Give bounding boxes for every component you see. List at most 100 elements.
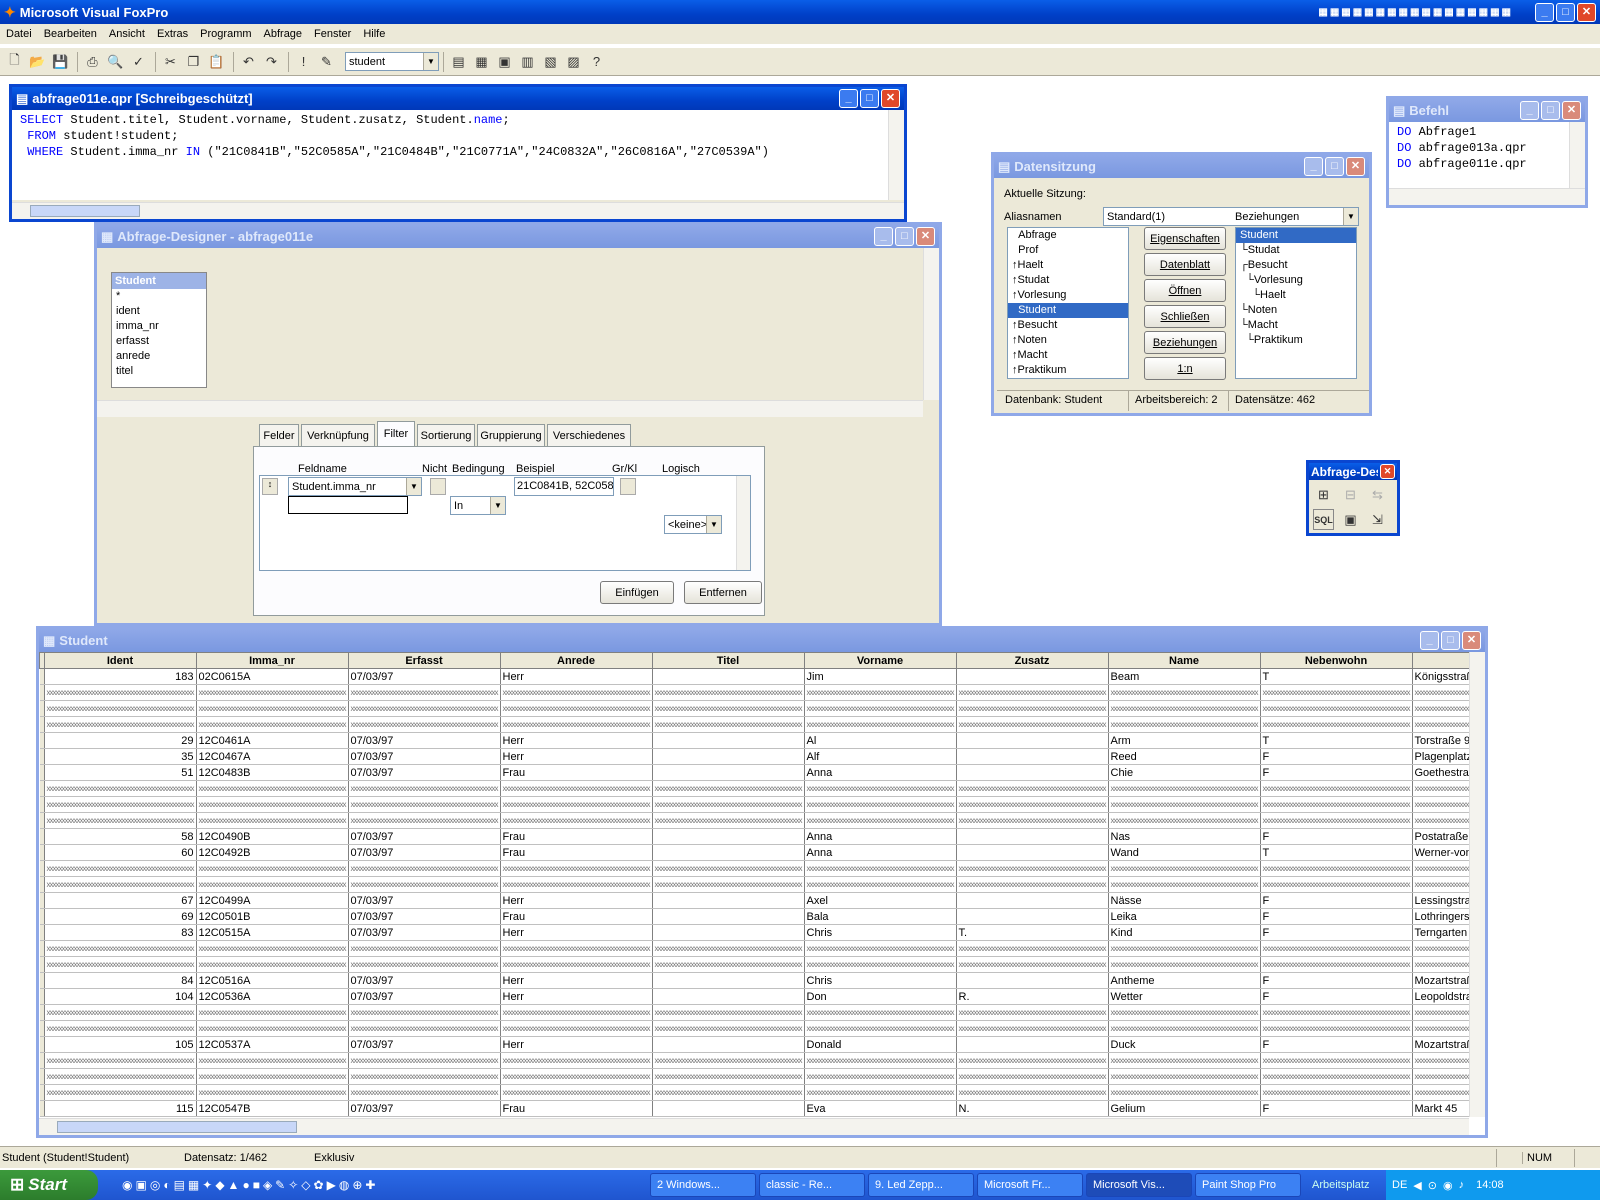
close-button[interactable]: ✕ [881,89,900,108]
table-cell[interactable]: xxxxxxxxxxxxxxxxxxxxxxxxxxxxxxxxxxxxxxxx… [348,684,501,701]
maximize-button[interactable]: □ [1325,157,1344,176]
table-cell[interactable]: 07/03/97 [348,732,501,749]
table-cell[interactable]: 29 [44,732,197,749]
table-cell[interactable]: Mozartstraße 1 [1412,1036,1469,1053]
table-cell[interactable]: xxxxxxxxxxxxxxxxxxxxxxxxxxxxxxxxxxxxxxxx… [1260,684,1413,701]
table-cell[interactable]: 12C0501B [196,908,349,925]
table-cell[interactable]: xxxxxxxxxxxxxxxxxxxxxxxxxxxxxxxxxxxxxxxx… [652,940,805,957]
minimize-button[interactable]: _ [1535,2,1554,22]
table-cell[interactable]: xxxxxxxxxxxxxxxxxxxxxxxxxxxxxxxxxxxxxxxx… [804,812,957,829]
table-cell[interactable]: xxxxxxxxxxxxxxxxxxxxxxxxxxxxxxxxxxxxxxxx… [652,796,805,813]
alias-item[interactable]: ↑Noten [1008,333,1128,348]
table-cell[interactable]: Herr [500,1036,653,1053]
column-header[interactable]: Nebenwohn [1259,652,1413,669]
table-cell[interactable]: R. [956,988,1109,1005]
table-row[interactable]: xxxxxxxxxxxxxxxxxxxxxxxxxxxxxxxxxxxxxxxx… [39,1068,1469,1085]
table-cell[interactable]: xxxxxxxxxxxxxxxxxxxxxxxxxxxxxxxxxxxxxxxx… [1260,1084,1413,1101]
table-cell[interactable]: xxxxxxxxxxxxxxxxxxxxxxxxxxxxxxxxxxxxxxxx… [804,1004,957,1021]
minimize-button[interactable]: _ [839,89,858,108]
tab-verknuepfung[interactable]: Verknüpfung [301,424,375,446]
table-cell[interactable]: Herr [500,892,653,909]
run-icon[interactable]: ! [293,51,314,72]
tray-icon[interactable]: ⊙ [1428,1179,1437,1192]
table-cell[interactable]: xxxxxxxxxxxxxxxxxxxxxxxxxxxxxxxxxxxxxxxx… [500,796,653,813]
table-cell[interactable]: Reed [1108,748,1261,765]
table-cell[interactable]: xxxxxxxxxxxxxxxxxxxxxxxxxxxxxxxxxxxxxxxx… [1108,1068,1261,1085]
taskbar-button-microsoft-vis[interactable]: Microsoft Vis... [1086,1173,1192,1197]
table-cell[interactable]: Markt 45 [1412,1100,1469,1117]
table-cell[interactable]: 67 [44,892,197,909]
quicklaunch-icon[interactable]: ● [242,1178,249,1192]
table-cell[interactable]: 12C0547B [196,1100,349,1117]
table-cell[interactable]: Frau [500,764,653,781]
table-cell[interactable]: Terngarten 57 [1412,924,1469,941]
table-cell[interactable]: xxxxxxxxxxxxxxxxxxxxxxxxxxxxxxxxxxxxxxxx… [1260,1052,1413,1069]
table-cell[interactable]: xxxxxxxxxxxxxxxxxxxxxxxxxxxxxxxxxxxxxxxx… [348,940,501,957]
table-cell[interactable]: 12C0467A [196,748,349,765]
table-cell[interactable] [652,844,805,861]
quicklaunch-icon[interactable]: ◉ [122,1178,132,1192]
table-cell[interactable]: xxxxxxxxxxxxxxxxxxxxxxxxxxxxxxxxxxxxxxxx… [44,1004,197,1021]
table-row[interactable]: xxxxxxxxxxxxxxxxxxxxxxxxxxxxxxxxxxxxxxxx… [39,1052,1469,1069]
field-item[interactable]: imma_nr [112,319,192,334]
table-cell[interactable]: xxxxxxxxxxxxxxxxxxxxxxxxxxxxxxxxxxxxxxxx… [1412,1004,1469,1021]
table-row[interactable]: xxxxxxxxxxxxxxxxxxxxxxxxxxxxxxxxxxxxxxxx… [39,876,1469,893]
session-button-schlieen[interactable]: Schließen [1144,305,1226,328]
relations-list[interactable]: Student └Studat ┌Besucht └Vorlesung └Haelt… [1235,227,1357,379]
table-cell[interactable]: xxxxxxxxxxxxxxxxxxxxxxxxxxxxxxxxxxxxxxxx… [1108,940,1261,957]
table-row[interactable]: 69 12C0501B 07/03/97 Frau Bala Leika F Lothring… [39,908,1469,925]
table-cell[interactable]: Lessingstraße 4 [1412,892,1469,909]
field-item[interactable]: anrede [112,349,192,364]
table-cell[interactable]: 84 [44,972,197,989]
table-cell[interactable]: xxxxxxxxxxxxxxxxxxxxxxxxxxxxxxxxxxxxxxxx… [1108,956,1261,973]
modify-icon[interactable]: ✎ [316,51,337,72]
table-cell[interactable]: xxxxxxxxxxxxxxxxxxxxxxxxxxxxxxxxxxxxxxxx… [196,780,349,797]
session-combo[interactable]: Standard(1) ▼ [1103,207,1359,226]
table-cell[interactable]: Jim [804,668,957,685]
student-table[interactable]: Ident Imma_nr Erfasst Anrede Titel Vorname Zus… [39,652,1469,1117]
table-cell[interactable]: Frau [500,1100,653,1117]
bedingung-combo[interactable]: In ▼ [450,496,506,515]
table-cell[interactable]: xxxxxxxxxxxxxxxxxxxxxxxxxxxxxxxxxxxxxxxx… [1260,716,1413,733]
table-cell[interactable] [956,908,1109,925]
table-cell[interactable]: xxxxxxxxxxxxxxxxxxxxxxxxxxxxxxxxxxxxxxxx… [956,684,1109,701]
vertical-scrollbar[interactable] [1469,652,1485,1117]
table-cell[interactable]: xxxxxxxxxxxxxxxxxxxxxxxxxxxxxxxxxxxxxxxx… [1412,860,1469,877]
alias-list[interactable]: Abfrage Prof ↑Haelt ↑Studat ↑Vorlesung Stud… [1007,227,1129,379]
table-cell[interactable]: xxxxxxxxxxxxxxxxxxxxxxxxxxxxxxxxxxxxxxxx… [1260,1004,1413,1021]
relation-item[interactable]: └Macht [1236,318,1356,333]
column-header[interactable]: Name [1107,652,1261,669]
table-cell[interactable]: xxxxxxxxxxxxxxxxxxxxxxxxxxxxxxxxxxxxxxxx… [804,940,957,957]
table-cell[interactable]: 07/03/97 [348,892,501,909]
table-cell[interactable]: xxxxxxxxxxxxxxxxxxxxxxxxxxxxxxxxxxxxxxxx… [1260,956,1413,973]
table-cell[interactable]: xxxxxxxxxxxxxxxxxxxxxxxxxxxxxxxxxxxxxxxx… [500,1004,653,1021]
table-cell[interactable]: Chris [804,924,957,941]
command-window-icon[interactable]: ▤ [448,51,469,72]
table-cell[interactable]: 07/03/97 [348,972,501,989]
chevron-down-icon[interactable]: ▼ [706,516,721,533]
table-cell[interactable]: Lothringerstraße 56 [1412,908,1469,925]
table-cell[interactable]: xxxxxxxxxxxxxxxxxxxxxxxxxxxxxxxxxxxxxxxx… [500,956,653,973]
table-cell[interactable]: xxxxxxxxxxxxxxxxxxxxxxxxxxxxxxxxxxxxxxxx… [500,940,653,957]
column-header[interactable]: Ident [43,652,197,669]
table-cell[interactable]: xxxxxxxxxxxxxxxxxxxxxxxxxxxxxxxxxxxxxxxx… [804,1084,957,1101]
relation-item[interactable]: └Studat [1236,243,1356,258]
table-cell[interactable]: F [1260,924,1413,941]
table-cell[interactable]: Frau [500,844,653,861]
sql-editor[interactable]: SELECT Student.titel, Student.vorname, S… [12,110,904,200]
horizontal-scrollbar[interactable] [1389,188,1585,205]
column-header[interactable]: Imma_nr [195,652,349,669]
table-cell[interactable]: T [1260,668,1413,685]
table-cell[interactable]: 12C0516A [196,972,349,989]
maximize-button[interactable]: □ [1556,2,1575,22]
table-cell[interactable]: Beam [1108,668,1261,685]
table-cell[interactable] [652,764,805,781]
table-cell[interactable]: xxxxxxxxxxxxxxxxxxxxxxxxxxxxxxxxxxxxxxxx… [44,796,197,813]
table-cell[interactable]: xxxxxxxxxxxxxxxxxxxxxxxxxxxxxxxxxxxxxxxx… [956,956,1109,973]
table-row[interactable]: xxxxxxxxxxxxxxxxxxxxxxxxxxxxxxxxxxxxxxxx… [39,1020,1469,1037]
minimize-button[interactable]: _ [1420,631,1439,650]
table-cell[interactable]: Gelium [1108,1100,1261,1117]
table-cell[interactable]: xxxxxxxxxxxxxxxxxxxxxxxxxxxxxxxxxxxxxxxx… [1260,860,1413,877]
table-cell[interactable]: 115 [44,1100,197,1117]
table-cell[interactable]: xxxxxxxxxxxxxxxxxxxxxxxxxxxxxxxxxxxxxxxx… [348,716,501,733]
